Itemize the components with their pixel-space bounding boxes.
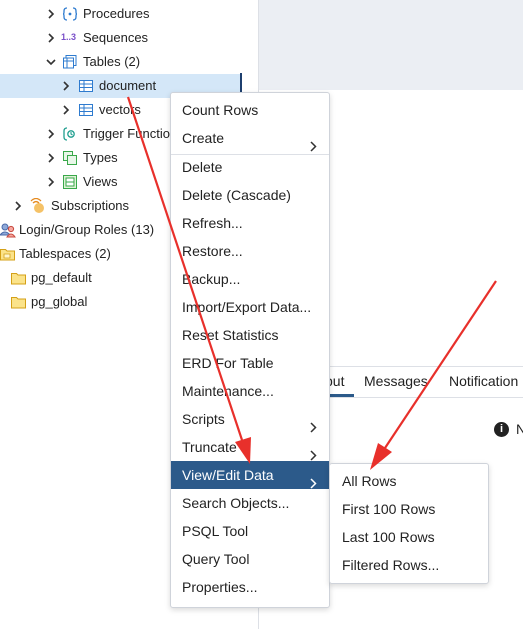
tree-item-label: Types [83, 150, 118, 165]
chevron-right-icon [310, 133, 317, 152]
menu-item-erd-for-table[interactable]: ERD For Table [171, 349, 329, 377]
menu-item-delete-cascade[interactable]: Delete (Cascade) [171, 181, 329, 209]
chevron-right-icon[interactable] [14, 201, 22, 211]
submenu-item-filtered-rows[interactable]: Filtered Rows... [330, 551, 488, 579]
active-tab-indicator [329, 394, 354, 397]
chevron-right-icon[interactable] [62, 81, 70, 91]
menu-item-count-rows[interactable]: Count Rows [171, 96, 329, 124]
menu-item-import-export[interactable]: Import/Export Data... [171, 293, 329, 321]
subscriptions-icon [30, 198, 46, 214]
tree-item-procedures[interactable]: Procedures [0, 2, 258, 26]
chevron-right-icon [310, 414, 317, 433]
views-icon [63, 175, 77, 189]
menu-item-reset-statistics[interactable]: Reset Statistics [171, 321, 329, 349]
menu-item-refresh[interactable]: Refresh... [171, 209, 329, 237]
sequences-icon: 1..3 [61, 32, 77, 42]
submenu-item-all-rows[interactable]: All Rows [330, 467, 488, 495]
chevron-right-icon[interactable] [47, 33, 55, 43]
tree-item-label: Login/Group Roles (13) [19, 222, 155, 237]
chevron-right-icon[interactable] [62, 105, 70, 115]
folder-icon [11, 271, 27, 285]
table-icon [79, 79, 93, 93]
output-tabs: put Messages Notification [325, 366, 523, 398]
chevron-down-icon[interactable] [46, 58, 56, 66]
chevron-right-icon[interactable] [47, 9, 55, 19]
tree-item-tables[interactable]: Tables (2) [0, 50, 258, 74]
menu-item-search-objects[interactable]: Search Objects... [171, 489, 329, 517]
tables-icon [63, 55, 77, 69]
tree-item-label: pg_global [31, 294, 88, 309]
trigger-functions-icon [63, 127, 77, 141]
tree-item-label: Trigger Functio [83, 126, 170, 141]
menu-item-query-tool[interactable]: Query Tool [171, 545, 329, 573]
login-roles-icon [0, 222, 16, 238]
tree-item-sequences[interactable]: 1..3 Sequences [0, 26, 258, 50]
tree-item-label: Tablespaces (2) [19, 246, 111, 261]
folder-icon [11, 295, 27, 309]
procedures-icon [63, 7, 77, 21]
tree-item-label: Subscriptions [51, 198, 130, 213]
submenu-item-first-100-rows[interactable]: First 100 Rows [330, 495, 488, 523]
menu-item-scripts[interactable]: Scripts [171, 405, 329, 433]
chevron-right-icon[interactable] [47, 129, 55, 139]
chevron-right-icon [310, 442, 317, 461]
tablespaces-icon [0, 247, 16, 261]
types-icon [63, 151, 77, 165]
tree-item-label: Sequences [83, 30, 149, 45]
menu-item-psql-tool[interactable]: PSQL Tool [171, 517, 329, 545]
menu-item-truncate[interactable]: Truncate [171, 433, 329, 461]
table-icon [79, 103, 93, 117]
view-edit-data-submenu: All Rows First 100 Rows Last 100 Rows Fi… [329, 463, 489, 584]
tab-notifications[interactable]: Notification [449, 367, 518, 395]
annotation-arrow-line [384, 280, 497, 449]
menu-item-restore[interactable]: Restore... [171, 237, 329, 265]
chevron-right-icon[interactable] [47, 177, 55, 187]
menu-item-properties[interactable]: Properties... [171, 573, 329, 601]
tree-item-label: Views [83, 174, 118, 189]
menu-item-backup[interactable]: Backup... [171, 265, 329, 293]
context-menu: Count Rows Create Delete Delete (Cascade… [170, 92, 330, 608]
tree-item-label: Tables (2) [83, 54, 141, 69]
tree-item-label: vectors [99, 102, 141, 117]
menu-item-create[interactable]: Create [171, 124, 329, 152]
main-panel-header [259, 0, 523, 90]
submenu-item-last-100-rows[interactable]: Last 100 Rows [330, 523, 488, 551]
tree-item-label: pg_default [31, 270, 92, 285]
tab-messages[interactable]: Messages [364, 367, 428, 395]
menu-item-view-edit-data[interactable]: View/Edit Data [171, 461, 329, 489]
menu-item-delete[interactable]: Delete [171, 153, 329, 181]
info-message: N [516, 421, 523, 437]
menu-item-maintenance[interactable]: Maintenance... [171, 377, 329, 405]
info-icon: i [494, 422, 509, 437]
chevron-right-icon [310, 470, 317, 489]
chevron-right-icon[interactable] [47, 153, 55, 163]
tree-item-label: document [99, 78, 157, 93]
tree-item-label: Procedures [83, 6, 150, 21]
